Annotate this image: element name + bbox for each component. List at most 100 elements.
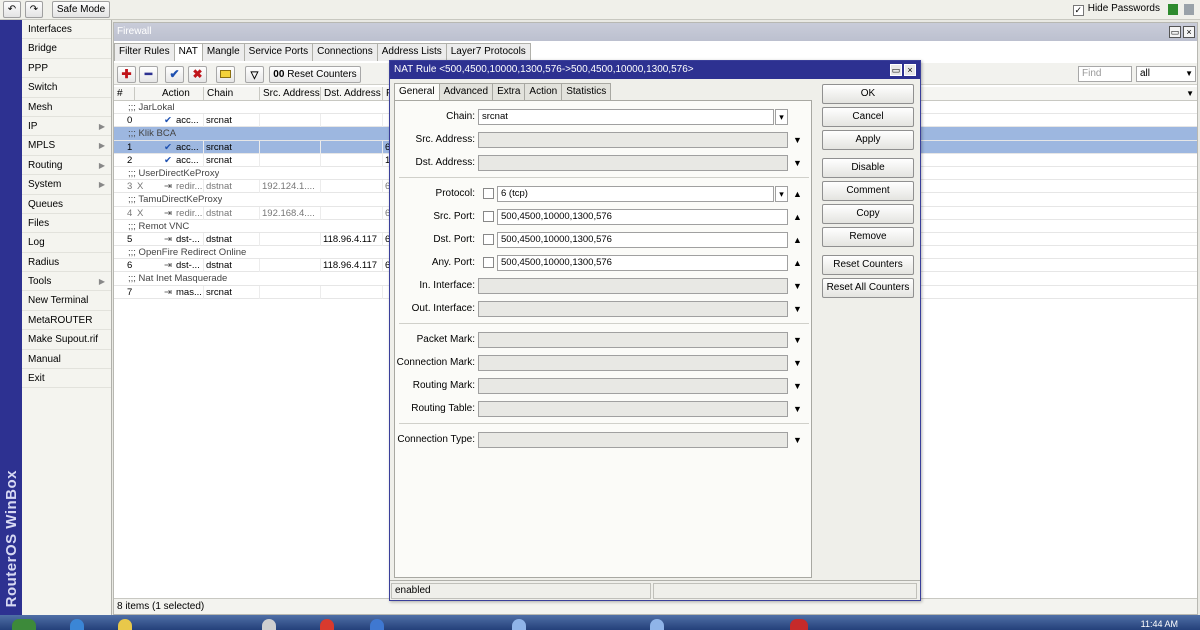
opera-icon[interactable] xyxy=(320,619,334,630)
protocol-dropdown-button[interactable]: ▾ xyxy=(775,186,788,202)
chevron-down-icon[interactable]: ▼ xyxy=(1183,87,1194,101)
sidebar-item-radius[interactable]: Radius xyxy=(22,253,111,273)
chevron-down-icon[interactable]: ▼ xyxy=(793,281,802,291)
cancel-button[interactable]: Cancel xyxy=(822,107,914,127)
ok-button[interactable]: OK xyxy=(822,84,914,104)
sidebar-item-log[interactable]: Log xyxy=(22,233,111,253)
sidebar-item-interfaces[interactable]: Interfaces xyxy=(22,20,111,40)
find-input[interactable]: Find xyxy=(1078,66,1132,82)
comment-button[interactable] xyxy=(216,66,235,83)
sidebar-item-system[interactable]: System ▶ xyxy=(22,175,111,195)
close-icon[interactable]: × xyxy=(904,64,916,76)
reset-counters-button[interactable]: Reset Counters xyxy=(822,255,914,275)
app-icon[interactable] xyxy=(790,619,808,630)
disable-button[interactable]: ✖ xyxy=(188,66,207,83)
dst-address-field[interactable] xyxy=(478,155,788,171)
hide-passwords-checkbox[interactable]: ✓ xyxy=(1072,5,1084,16)
routing-table-field[interactable] xyxy=(478,401,788,417)
app-icon[interactable] xyxy=(262,619,276,630)
tab-general[interactable]: General xyxy=(394,83,440,100)
connection-mark-field[interactable] xyxy=(478,355,788,371)
column-header[interactable]: # xyxy=(114,87,135,101)
chevron-down-icon[interactable]: ▼ xyxy=(793,335,802,345)
undo-button[interactable]: ↶ xyxy=(3,1,21,18)
sidebar-item-make-supout-rif[interactable]: Make Supout.rif xyxy=(22,330,111,350)
sidebar-item-exit[interactable]: Exit xyxy=(22,369,111,389)
dst-port-field[interactable]: 500,4500,10000,1300,576 xyxy=(497,232,788,248)
tab-extra[interactable]: Extra xyxy=(492,83,526,100)
chevron-up-icon[interactable]: ▲ xyxy=(793,212,802,222)
tab-connections[interactable]: Connections xyxy=(312,43,378,61)
column-header[interactable]: Src. Address xyxy=(260,87,321,101)
chevron-up-icon[interactable]: ▲ xyxy=(793,189,802,199)
any-port-negate-checkbox[interactable] xyxy=(483,257,494,268)
filter-button[interactable]: ▽ xyxy=(245,66,264,83)
ie-icon[interactable] xyxy=(70,619,84,630)
tab-layer7-protocols[interactable]: Layer7 Protocols xyxy=(445,43,531,61)
sidebar-item-files[interactable]: Files xyxy=(22,214,111,234)
protocol-negate-checkbox[interactable] xyxy=(483,188,494,199)
chevron-down-icon[interactable]: ▼ xyxy=(793,358,802,368)
hide-passwords-toggle[interactable]: ✓ Hide Passwords xyxy=(1072,3,1160,16)
connection-type-field[interactable] xyxy=(478,432,788,448)
sidebar-item-mesh[interactable]: Mesh xyxy=(22,98,111,117)
chevron-up-icon[interactable]: ▲ xyxy=(793,258,802,268)
chevron-up-icon[interactable]: ▲ xyxy=(793,235,802,245)
sidebar-item-new-terminal[interactable]: New Terminal xyxy=(22,291,111,311)
sidebar-item-mpls[interactable]: MPLS ▶ xyxy=(22,136,111,156)
out-interface-field[interactable] xyxy=(478,301,788,317)
any-port-field[interactable]: 500,4500,10000,1300,576 xyxy=(497,255,788,271)
tab-statistics[interactable]: Statistics xyxy=(561,83,612,100)
chevron-down-icon[interactable]: ▼ xyxy=(793,435,802,445)
remove-button[interactable]: ━ xyxy=(139,66,158,83)
filter-select[interactable]: all ▼ xyxy=(1136,66,1196,82)
tab-filter-rules[interactable]: Filter Rules xyxy=(114,43,175,61)
routing-mark-field[interactable] xyxy=(478,378,788,394)
tab-mangle[interactable]: Mangle xyxy=(201,43,245,61)
dst-port-negate-checkbox[interactable] xyxy=(483,234,494,245)
safe-mode-button[interactable]: Safe Mode xyxy=(52,1,110,18)
redo-button[interactable]: ↷ xyxy=(25,1,43,18)
folder-icon[interactable] xyxy=(118,619,132,630)
apply-button[interactable]: Apply xyxy=(822,130,914,150)
tab-service-ports[interactable]: Service Ports xyxy=(243,43,314,61)
sidebar-item-routing[interactable]: Routing ▶ xyxy=(22,156,111,176)
network-icon[interactable] xyxy=(650,619,664,630)
chevron-down-icon[interactable]: ▼ xyxy=(793,135,802,145)
network-icon[interactable] xyxy=(512,619,526,630)
protocol-field[interactable]: 6 (tcp) xyxy=(497,186,774,202)
enable-button[interactable]: ✔ xyxy=(165,66,184,83)
src-address-field[interactable] xyxy=(478,132,788,148)
firefox-icon[interactable] xyxy=(370,619,384,630)
column-header[interactable]: Chain xyxy=(204,87,260,101)
column-header[interactable]: Action xyxy=(159,87,204,101)
restore-icon[interactable]: ▭ xyxy=(1169,26,1181,38)
sidebar-item-ip[interactable]: IP ▶ xyxy=(22,117,111,137)
close-icon[interactable]: × xyxy=(1183,26,1195,38)
src-port-negate-checkbox[interactable] xyxy=(483,211,494,222)
chevron-down-icon[interactable]: ▼ xyxy=(793,158,802,168)
chevron-down-icon[interactable]: ▼ xyxy=(793,404,802,414)
chain-field[interactable]: srcnat xyxy=(478,109,774,125)
add-button[interactable]: ✚ xyxy=(117,66,136,83)
sidebar-item-switch[interactable]: Switch xyxy=(22,78,111,98)
reset-counters-button[interactable]: 00 Reset Counters xyxy=(269,66,361,83)
remove-button[interactable]: Remove xyxy=(822,227,914,247)
tab-nat[interactable]: NAT xyxy=(173,43,203,61)
restore-icon[interactable]: ▭ xyxy=(890,64,902,76)
sidebar-item-queues[interactable]: Queues xyxy=(22,195,111,214)
copy-button[interactable]: Copy xyxy=(822,204,914,224)
sidebar-item-metarouter[interactable]: MetaROUTER xyxy=(22,311,111,331)
packet-mark-field[interactable] xyxy=(478,332,788,348)
tab-address-lists[interactable]: Address Lists xyxy=(376,43,447,61)
tab-advanced[interactable]: Advanced xyxy=(438,83,494,100)
reset-all-counters-button[interactable]: Reset All Counters xyxy=(822,278,914,298)
src-port-field[interactable]: 500,4500,10000,1300,576 xyxy=(497,209,788,225)
tab-action[interactable]: Action xyxy=(524,83,563,100)
chevron-down-icon[interactable]: ▼ xyxy=(793,381,802,391)
sidebar-item-tools[interactable]: Tools ▶ xyxy=(22,272,111,292)
sidebar-item-manual[interactable]: Manual xyxy=(22,350,111,370)
chevron-down-icon[interactable]: ▼ xyxy=(793,304,802,314)
in-interface-field[interactable] xyxy=(478,278,788,294)
start-button[interactable] xyxy=(12,619,36,630)
